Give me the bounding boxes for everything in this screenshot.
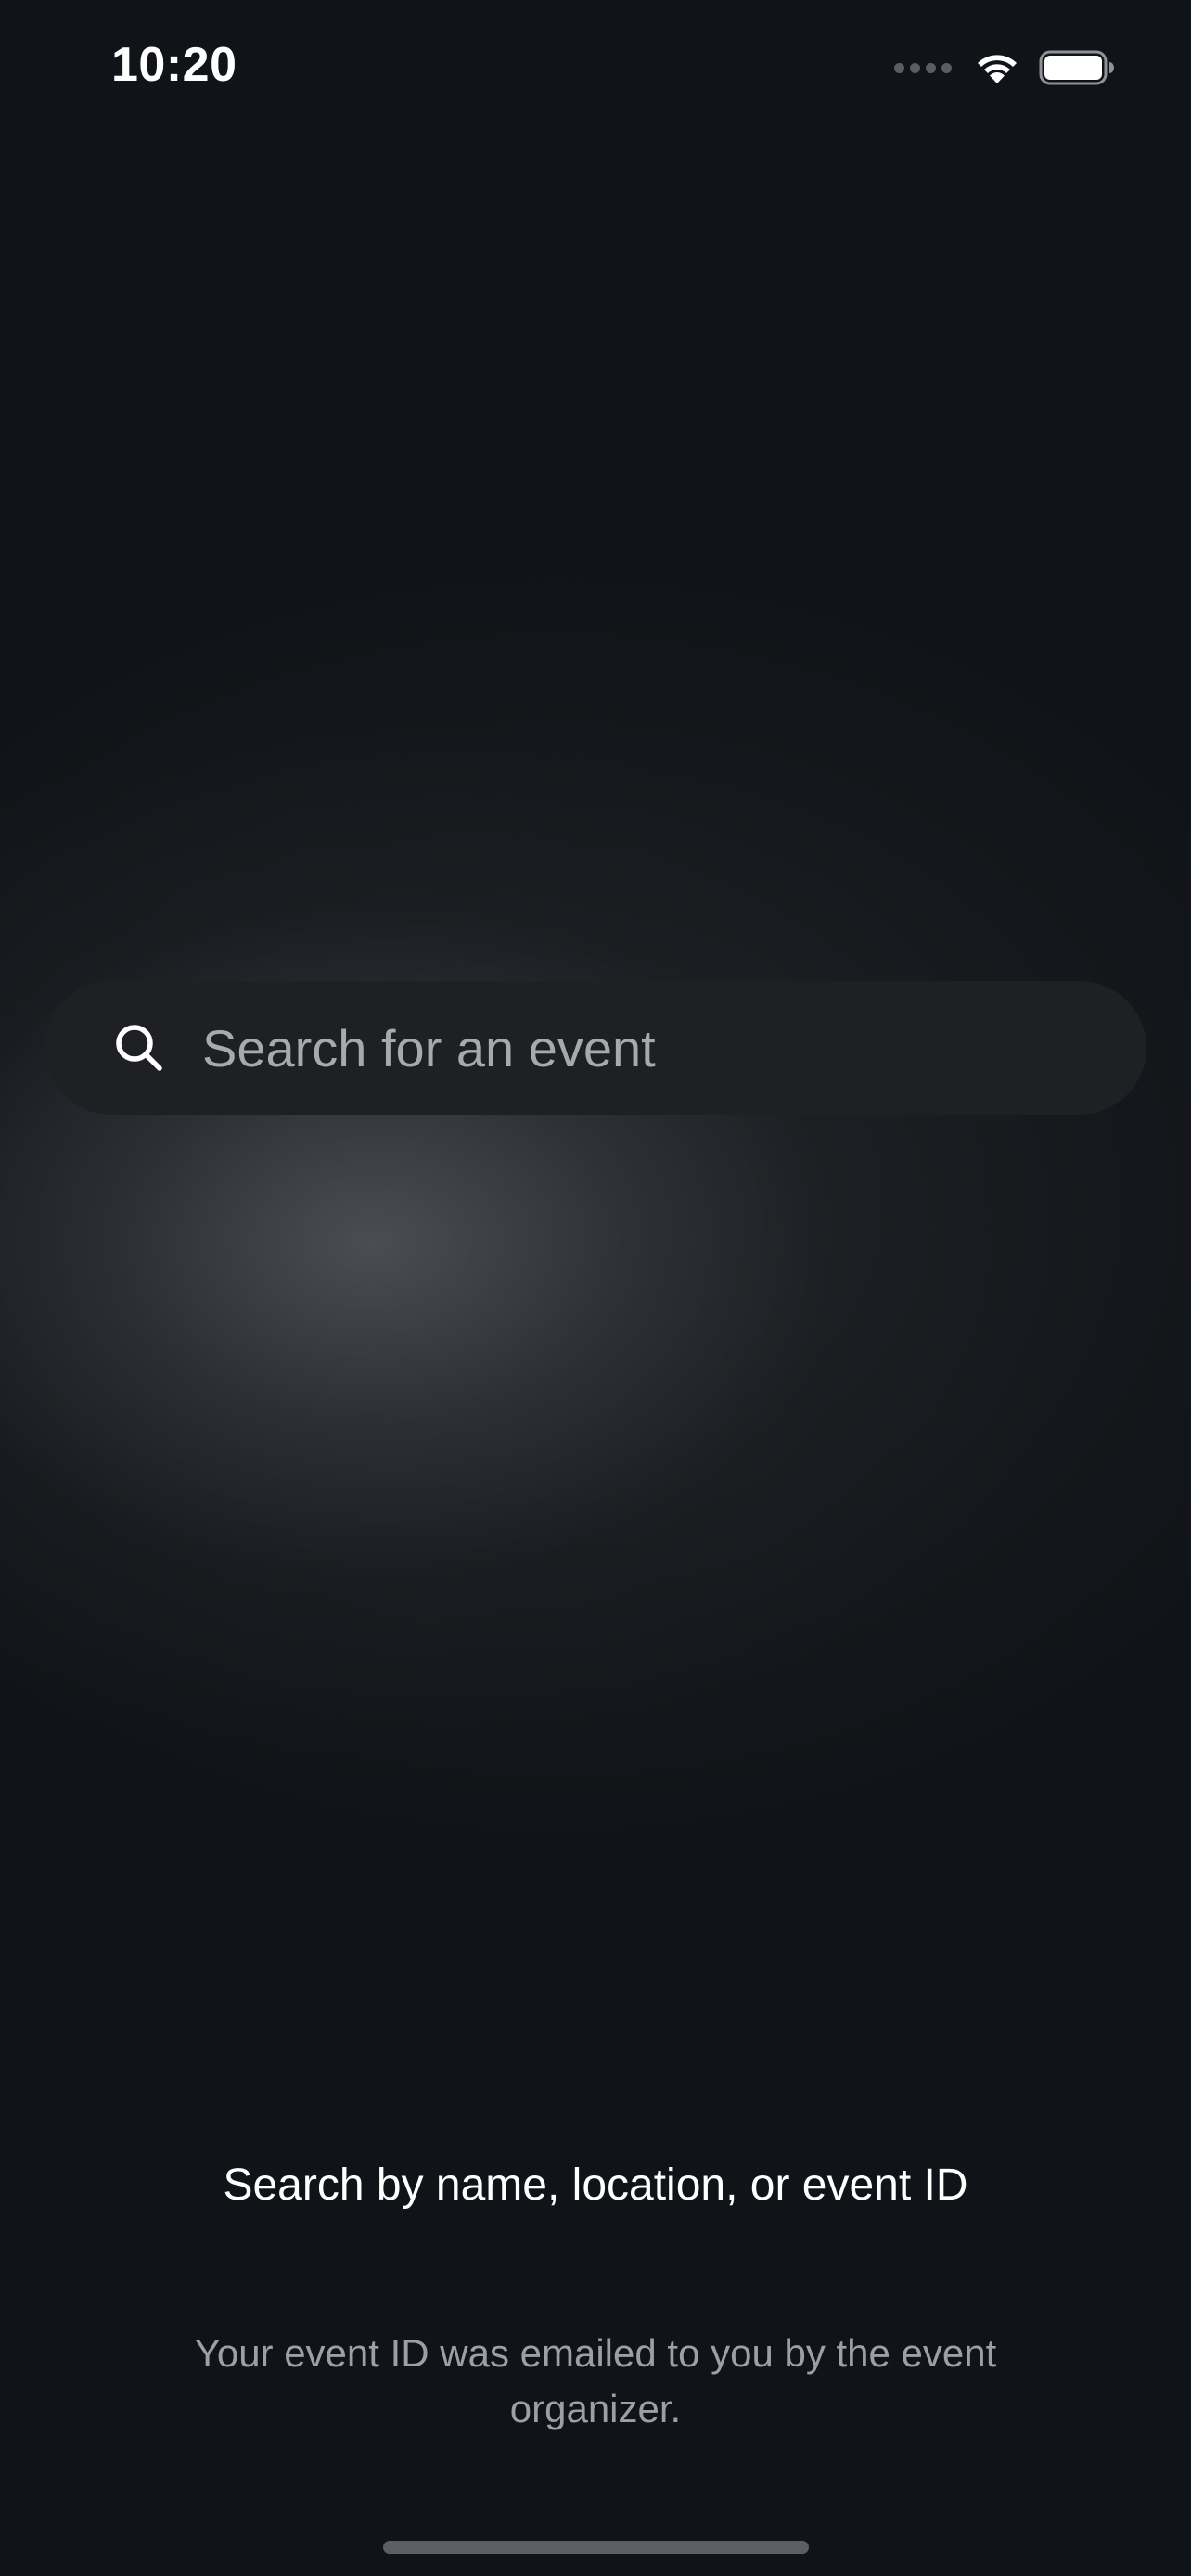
status-bar: 10:20	[0, 0, 1191, 139]
home-indicator[interactable]	[383, 2541, 809, 2554]
search-icon	[113, 1022, 165, 1074]
search-hint-title: Search by name, location, or event ID	[223, 2161, 968, 2210]
cellular-signal-icon	[894, 62, 952, 73]
search-input[interactable]	[202, 981, 1146, 1115]
wifi-icon	[974, 50, 1020, 85]
status-time: 10:20	[111, 38, 237, 92]
event-search-screen: 10:20 Search for an event Search by name…	[0, 0, 1191, 2576]
status-icons	[894, 45, 1115, 91]
search-hint-subtitle: Your event ID was emailed to you by the …	[194, 2331, 997, 2430]
battery-icon	[1039, 49, 1115, 86]
search-bar[interactable]	[45, 981, 1146, 1115]
